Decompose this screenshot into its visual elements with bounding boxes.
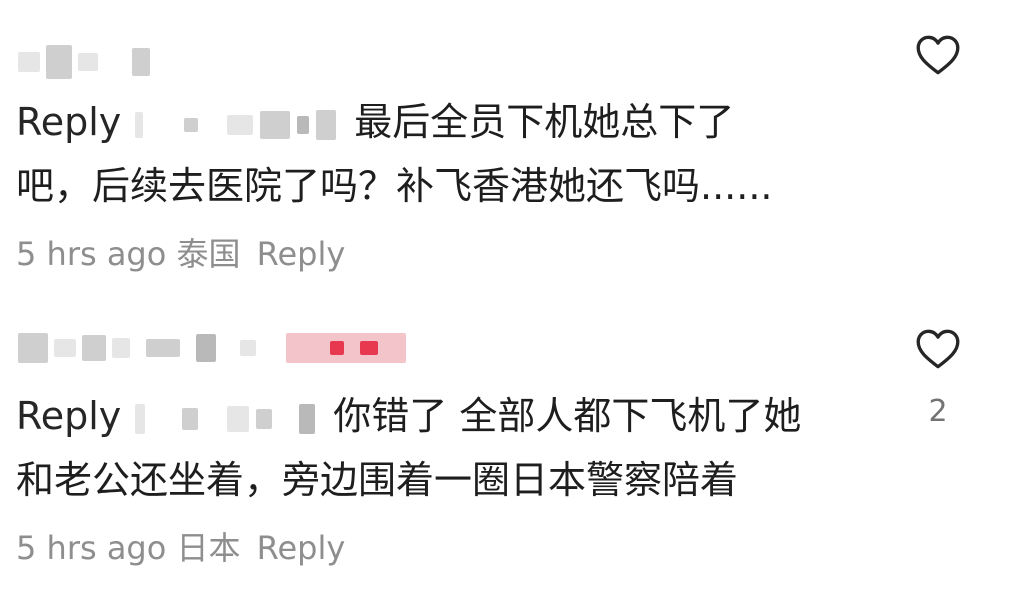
comment-location: 日本: [176, 529, 241, 567]
reply-button[interactable]: Reply: [257, 235, 346, 273]
comment-location: 泰国: [176, 235, 241, 273]
comment-text-line1: 最后全员下机她总下了: [354, 100, 735, 144]
comment-text-line1: 你错了 全部人都下飞机了她: [333, 394, 802, 438]
heart-outline-icon[interactable]: [913, 324, 963, 374]
comment-text: Reply 你错了 全部人都下飞机了她 和老公还坐着，旁边围着一圈日本警察陪着: [16, 384, 866, 512]
reply-prefix: Reply: [16, 394, 122, 438]
reply-button[interactable]: Reply: [257, 529, 346, 567]
comment-meta: 5 hrs ago 泰国 Reply: [16, 234, 345, 274]
comment-item: Reply 你错了 全部人都下飞机了她 和老公还坐着，旁边围着一圈日本警察陪着 …: [0, 300, 1016, 593]
reply-prefix: Reply: [16, 100, 122, 144]
comment-text-line2: 吧，后续去医院了吗？补飞香港她还飞吗......: [16, 164, 773, 208]
username-blurred[interactable]: [18, 330, 406, 366]
comment-time: 5 hrs ago: [16, 235, 167, 273]
comment-text-line2: 和老公还坐着，旁边围着一圈日本警察陪着: [16, 458, 739, 502]
mention-blurred[interactable]: [135, 105, 337, 145]
heart-outline-icon[interactable]: [913, 30, 963, 80]
mention-blurred[interactable]: [135, 399, 316, 439]
comment-text: Reply 最后全员下机她总下了 吧，后续去医院了吗？补飞香港她还飞吗.....…: [16, 90, 866, 218]
comment-item: Reply 最后全员下机她总下了 吧，后续去医院了吗？补飞香港她还飞吗.....…: [0, 0, 1016, 290]
comment-meta: 5 hrs ago 日本 Reply: [16, 528, 345, 568]
username-blurred[interactable]: [18, 44, 150, 80]
comment-time: 5 hrs ago: [16, 529, 167, 567]
like-count: 2: [928, 394, 948, 429]
